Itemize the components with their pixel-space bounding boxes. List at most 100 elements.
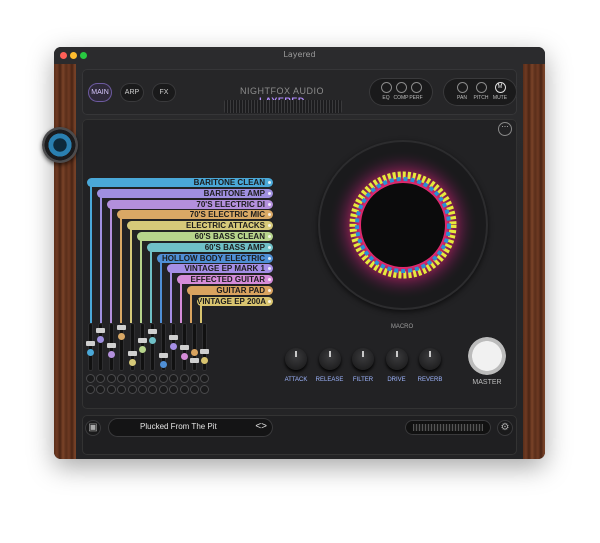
layer-fader[interactable] xyxy=(200,323,210,371)
layer-toggle-dot[interactable] xyxy=(268,245,271,249)
layer-fader[interactable] xyxy=(96,323,106,371)
master-label: MASTER xyxy=(472,379,502,386)
fader-cap[interactable] xyxy=(169,335,179,340)
tab-main[interactable]: MAIN xyxy=(88,83,112,102)
layer-toggle-dot[interactable] xyxy=(268,224,271,228)
tab-arp[interactable]: ARP xyxy=(120,83,144,102)
layer-bar[interactable]: HOLLOW BODY ELECTRIC xyxy=(157,253,273,263)
layer-bar[interactable]: BARITONE AMP xyxy=(97,188,273,198)
preset-name: Plucked From The Pit xyxy=(140,422,217,431)
fader-cap[interactable] xyxy=(158,353,168,358)
fader-indicator xyxy=(87,349,94,356)
layer-bar[interactable]: 70'S ELECTRIC MIC xyxy=(117,210,273,220)
layer-toggle-button[interactable] xyxy=(148,374,158,383)
layer-toggle-button[interactable] xyxy=(158,374,168,383)
layer-bar[interactable]: 70'S ELECTRIC DI xyxy=(107,199,273,209)
layer-toggle-button[interactable] xyxy=(106,385,116,394)
layer-toggle-dot[interactable] xyxy=(268,289,271,292)
layer-fader[interactable] xyxy=(169,323,179,371)
layer-toggle-button[interactable] xyxy=(169,374,179,383)
layer-toggle-button[interactable] xyxy=(158,385,168,394)
layer-fader[interactable] xyxy=(190,323,199,371)
layer-toggle-dot[interactable] xyxy=(268,191,271,195)
macro-knob[interactable] xyxy=(352,348,374,370)
layer-toggle-button[interactable] xyxy=(190,374,199,383)
master-knob[interactable] xyxy=(468,337,506,375)
layer-bar[interactable]: VINTAGE EP MARK 1 xyxy=(167,264,273,274)
gear-icon[interactable]: ⚙ xyxy=(497,420,513,436)
layer-fader[interactable] xyxy=(148,323,158,371)
fader-cap[interactable] xyxy=(190,358,199,363)
mute-button[interactable]: M MUTE xyxy=(486,82,514,101)
layer-bar[interactable]: GUITAR PAD xyxy=(187,286,273,295)
layer-fader[interactable] xyxy=(179,323,189,371)
fader-cap[interactable] xyxy=(96,328,106,333)
layer-fader[interactable] xyxy=(106,323,116,371)
layer-bar[interactable]: EFFECTED GUITAR xyxy=(177,275,273,285)
layer-connector xyxy=(200,301,202,323)
dots-icon[interactable]: ⋯ xyxy=(498,122,512,136)
layer-toggle-button[interactable] xyxy=(200,385,210,394)
layer-toggle-dot[interactable] xyxy=(268,181,271,184)
layer-toggle-button[interactable] xyxy=(96,374,106,383)
fader-cap[interactable] xyxy=(117,325,127,330)
layer-toggle-dot[interactable] xyxy=(268,202,271,206)
fader-cap[interactable] xyxy=(138,338,147,343)
layer-fader[interactable] xyxy=(86,323,95,371)
fader-cap[interactable] xyxy=(106,343,116,348)
fader-indicator xyxy=(118,333,126,340)
layer-toggle-button[interactable] xyxy=(190,385,199,394)
layer-bar[interactable]: BARITONE CLEAN xyxy=(87,178,273,187)
macro-knob[interactable] xyxy=(285,348,307,370)
save-icon[interactable]: ▣ xyxy=(85,420,101,436)
macro-knob[interactable] xyxy=(385,348,408,370)
layer-toggle-button[interactable] xyxy=(179,385,189,394)
perf-button[interactable]: PERF xyxy=(402,82,430,101)
layer-toggle-dot[interactable] xyxy=(268,256,271,260)
layer-bar[interactable]: ELECTRIC ATTACKS xyxy=(127,221,273,231)
macro-visualizer[interactable] xyxy=(318,140,488,310)
macro-knob[interactable] xyxy=(419,348,441,370)
layer-toggle-button[interactable] xyxy=(106,374,116,383)
layer-toggle-dot[interactable] xyxy=(268,299,271,303)
fader-cap[interactable] xyxy=(179,345,189,350)
layer-toggle-button[interactable] xyxy=(117,385,127,394)
layer-toggle-button[interactable] xyxy=(117,374,127,383)
layer-toggle-button[interactable] xyxy=(179,374,189,383)
layer-toggle-dot[interactable] xyxy=(268,235,271,238)
layer-connector xyxy=(170,269,172,323)
layer-toggle-button[interactable] xyxy=(127,374,137,383)
layer-fader[interactable] xyxy=(158,323,168,371)
layer-toggle-button[interactable] xyxy=(169,385,179,394)
layer-toggle-button[interactable] xyxy=(86,374,95,383)
layer-fader[interactable] xyxy=(127,323,137,371)
layer-label: VINTAGE EP MARK 1 xyxy=(184,264,265,274)
fader-indicator xyxy=(180,353,188,360)
layer-bar[interactable]: 60'S BASS AMP xyxy=(147,242,273,252)
layer-toggle-button[interactable] xyxy=(86,385,95,394)
layer-toggle-button[interactable] xyxy=(200,374,210,383)
tab-fx[interactable]: FX xyxy=(152,83,176,102)
layer-fader[interactable] xyxy=(117,323,127,371)
fader-cap[interactable] xyxy=(148,329,158,334)
fader-cap[interactable] xyxy=(200,349,210,354)
layer-bar[interactable]: VINTAGE EP 200A xyxy=(197,296,273,306)
preset-nav-arrows[interactable]: <> xyxy=(255,421,267,432)
layer-fader[interactable] xyxy=(138,323,147,371)
preset-selector[interactable]: Plucked From The Pit <> xyxy=(108,418,273,437)
sound-selector-knob[interactable] xyxy=(42,127,78,163)
layer-toggle-button[interactable] xyxy=(138,385,147,394)
layer-bar[interactable]: 60'S BASS CLEAN xyxy=(137,232,273,241)
macro-knob[interactable] xyxy=(318,348,341,370)
layer-toggle-dot[interactable] xyxy=(268,278,271,282)
fader-cap[interactable] xyxy=(127,351,137,356)
layer-toggle-button[interactable] xyxy=(127,385,137,394)
pitch-icon xyxy=(475,82,487,93)
layer-toggle-button[interactable] xyxy=(148,385,158,394)
mix-button-group: PAN PITCH M MUTE xyxy=(443,78,517,106)
fader-cap[interactable] xyxy=(86,341,95,346)
layer-toggle-dot[interactable] xyxy=(268,213,271,217)
layer-toggle-dot[interactable] xyxy=(268,267,271,271)
layer-toggle-button[interactable] xyxy=(96,385,106,394)
layer-toggle-button[interactable] xyxy=(138,374,147,383)
